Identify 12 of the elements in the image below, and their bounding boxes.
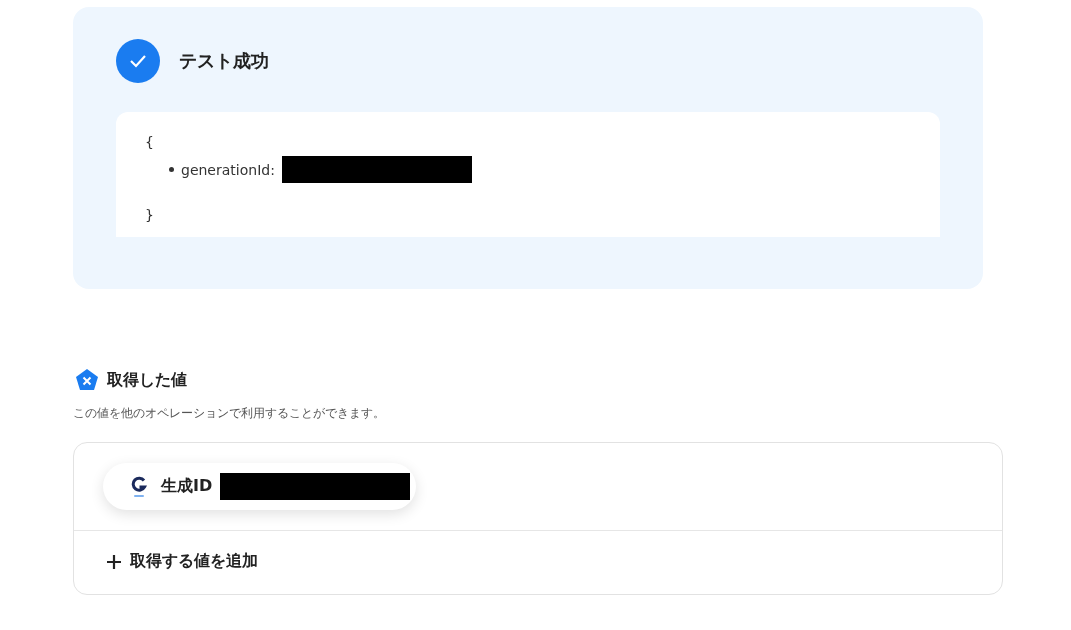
add-value-button[interactable]: 取得する値を追加 (74, 531, 290, 594)
result-title: テスト成功 (179, 49, 269, 73)
brace: { (145, 134, 154, 150)
g-logo-icon (131, 475, 147, 498)
section-description: この値を他のオペレーションで利用することができます。 (73, 405, 386, 422)
section-title: 取得した値 (107, 369, 187, 391)
brace: } (145, 207, 154, 223)
bullet-icon (169, 167, 174, 172)
plus-icon (106, 553, 122, 570)
field-key: generationId: (181, 161, 275, 178)
variable-icon (75, 368, 99, 392)
value-chip[interactable]: 生成ID (103, 463, 417, 510)
